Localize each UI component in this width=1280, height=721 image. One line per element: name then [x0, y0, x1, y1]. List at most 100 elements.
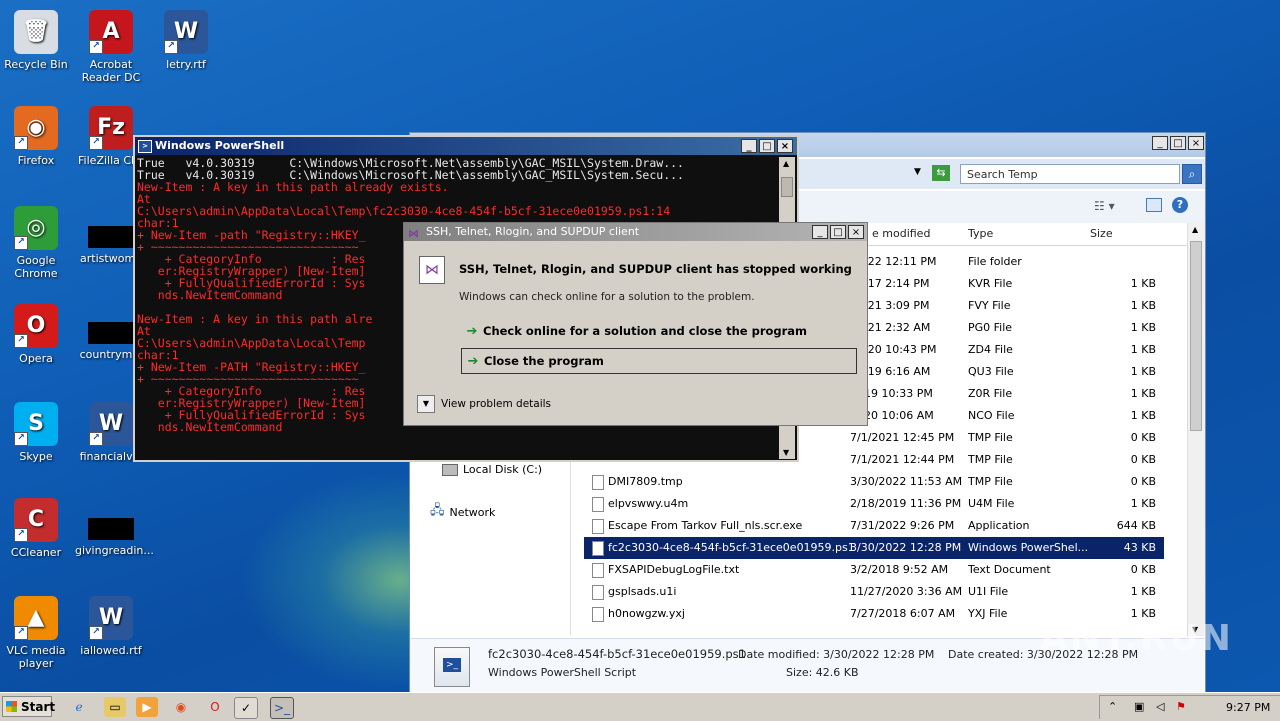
desktop-icon-label: letry.rtf: [166, 58, 206, 71]
drive-icon: [442, 463, 458, 476]
desktop-icon[interactable]: ◎ ↗ Google Chrome: [0, 206, 72, 280]
file-type: Z0R File: [968, 387, 1013, 400]
view-options-icon[interactable]: ☷ ▾: [1094, 199, 1115, 213]
dialog-heading: SSH, Telnet, Rlogin, and SUPDUP client h…: [459, 262, 852, 276]
refresh-icon[interactable]: ⇆: [932, 165, 950, 181]
file-icon: [592, 563, 604, 578]
file-type: Windows PowerShel...: [968, 541, 1089, 554]
desktop-icon[interactable]: ▲ ↗ VLC media player: [0, 596, 72, 670]
details-size: Size: 42.6 KB: [786, 666, 859, 679]
desktop-icon[interactable]: S ↗ Skype: [0, 402, 72, 463]
opera-icon[interactable]: O: [204, 697, 226, 717]
desktop-icon[interactable]: ◉ ↗ Firefox: [0, 106, 72, 167]
dialog-subtext: Windows can check online for a solution …: [459, 291, 755, 303]
file-row[interactable]: elpvswwy.u4m 2/18/2019 11:36 PM U4M File 1 …: [584, 493, 1164, 515]
column-size[interactable]: Size: [1090, 227, 1113, 240]
powershell-titlebar: > Windows PowerShell _ □ ×: [135, 137, 797, 155]
file-name: DMI7809.tmp: [608, 475, 683, 488]
dialog-titlebar: ⋈ SSH, Telnet, Rlogin, and SUPDUP client…: [404, 223, 867, 241]
file-type: YXJ File: [968, 607, 1008, 620]
media-player-icon[interactable]: ▶: [136, 697, 158, 717]
file-icon: [592, 475, 604, 490]
nav-local-disk[interactable]: Local Disk (C:): [442, 463, 542, 476]
desktop-icon-label: Firefox: [17, 154, 55, 167]
minimize-button[interactable]: _: [1152, 136, 1168, 150]
ie-icon[interactable]: ℯ: [68, 697, 90, 717]
firefox-icon[interactable]: ◉: [170, 697, 192, 717]
shortcut-arrow-icon: ↗: [164, 40, 178, 54]
file-size: 1 KB: [1130, 585, 1156, 598]
desktop-icon[interactable]: O ↗ Opera: [0, 304, 72, 365]
nav-label: Network: [449, 505, 496, 519]
dropdown-arrow-icon[interactable]: ▼: [914, 167, 921, 177]
clock[interactable]: 9:27 PM: [1226, 701, 1270, 714]
taskbar: Start ℯ ▭ ▶ ◉ O ✓ >_ ⌃ ▣ ◁ ⚑ 9:27 PM: [0, 692, 1280, 721]
file-name: gsplsads.u1i: [608, 585, 677, 598]
flag-icon[interactable]: ⚑: [1176, 700, 1186, 713]
start-button[interactable]: Start: [2, 696, 55, 717]
help-icon[interactable]: ?: [1172, 197, 1188, 213]
program-icon: ⋈: [419, 256, 445, 284]
file-name: elpvswwy.u4m: [608, 497, 689, 510]
details-date-modified: Date modified: 3/30/2022 12:28 PM: [738, 648, 935, 661]
desktop-app-icon: [88, 518, 134, 540]
desktop-app-icon: A ↗: [89, 10, 133, 54]
console-line: New-Item : A key in this path already ex…: [137, 180, 449, 194]
close-button[interactable]: ×: [777, 139, 793, 153]
tray-expand-icon[interactable]: ⌃: [1108, 700, 1117, 713]
desktop-app-icon: S ↗: [14, 402, 58, 446]
desktop-icon[interactable]: C ↗ CCleaner: [0, 498, 72, 559]
file-type: ZD4 File: [968, 343, 1013, 356]
volume-icon[interactable]: ◁: [1156, 700, 1164, 713]
search-input[interactable]: Search Temp: [960, 164, 1180, 184]
file-row[interactable]: FXSAPIDebugLogFile.txt 3/2/2018 9:52 AM Te…: [584, 559, 1164, 581]
details-filename: fc2c3030-4ce8-454f-b5cf-31ece0e01959.ps1: [488, 647, 746, 661]
network-icon: 🖧: [430, 503, 445, 518]
search-icon[interactable]: ⌕: [1182, 164, 1202, 184]
file-row[interactable]: Escape From Tarkov Full_nls.scr.exe 7/31/…: [584, 515, 1164, 537]
file-type: KVR File: [968, 277, 1013, 290]
watermark: ANY.RUN: [1040, 618, 1233, 659]
desktop-icon[interactable]: W ↗ letry.rtf: [150, 10, 222, 71]
taskbar-app-icon[interactable]: ✓: [234, 697, 258, 719]
column-date-modified[interactable]: e modified: [872, 227, 930, 240]
close-button[interactable]: ×: [848, 225, 864, 239]
column-type[interactable]: Type: [968, 227, 993, 240]
check-online-option[interactable]: ➔ Check online for a solution and close …: [461, 318, 857, 344]
maximize-button[interactable]: □: [830, 225, 846, 239]
file-size: 1 KB: [1130, 387, 1156, 400]
preview-pane-icon[interactable]: [1146, 198, 1162, 212]
nav-network[interactable]: 🖧 Network: [430, 501, 495, 523]
desktop-icon-label: givingreadin...: [75, 544, 154, 557]
network-tray-icon[interactable]: ▣: [1134, 700, 1144, 713]
folder-icon[interactable]: ▭: [104, 697, 126, 717]
file-row[interactable]: gsplsads.u1i 11/27/2020 3:36 AM U1I File 1 …: [584, 581, 1164, 603]
file-row[interactable]: DMI7809.tmp 3/30/2022 11:53 AM TMP File 0 K…: [584, 471, 1164, 493]
file-type: TMP File: [968, 453, 1013, 466]
maximize-button[interactable]: □: [759, 139, 775, 153]
desktop-icon[interactable]: givingreadin...: [75, 518, 154, 557]
scroll-thumb[interactable]: [1190, 241, 1202, 431]
powershell-title: Windows PowerShell: [155, 139, 285, 152]
file-icon: [592, 519, 604, 534]
shortcut-arrow-icon: ↗: [89, 136, 103, 150]
desktop-icon[interactable]: A ↗ Acrobat Reader DC: [75, 10, 147, 84]
minimize-button[interactable]: _: [812, 225, 828, 239]
desktop-icon[interactable]: W ↗ iallowed.rtf: [75, 596, 147, 657]
file-name: Escape From Tarkov Full_nls.scr.exe: [608, 519, 803, 532]
maximize-button[interactable]: □: [1170, 136, 1186, 150]
close-button[interactable]: ×: [1188, 136, 1204, 150]
shortcut-arrow-icon: ↗: [89, 40, 103, 54]
desktop-icon-label: Skype: [19, 450, 53, 463]
vertical-scrollbar[interactable]: ▲ ▼: [1187, 223, 1205, 636]
powershell-taskbar-icon[interactable]: >_: [270, 697, 294, 719]
file-name: fc2c3030-4ce8-454f-b5cf-31ece0e01959.ps1: [608, 541, 855, 554]
view-details-toggle[interactable]: ▼ View problem details: [417, 395, 551, 413]
file-row[interactable]: fc2c3030-4ce8-454f-b5cf-31ece0e01959.ps1…: [584, 537, 1164, 559]
option-label: Check online for a solution and close th…: [483, 324, 808, 338]
file-modified: 7/31/2022 9:26 PM: [850, 519, 955, 532]
desktop-icon[interactable]: 🗑 Recycle Bin: [0, 10, 72, 71]
close-program-option[interactable]: ➔ Close the program: [461, 348, 857, 374]
minimize-button[interactable]: _: [741, 139, 757, 153]
error-dialog: ⋈ SSH, Telnet, Rlogin, and SUPDUP client…: [403, 222, 868, 426]
